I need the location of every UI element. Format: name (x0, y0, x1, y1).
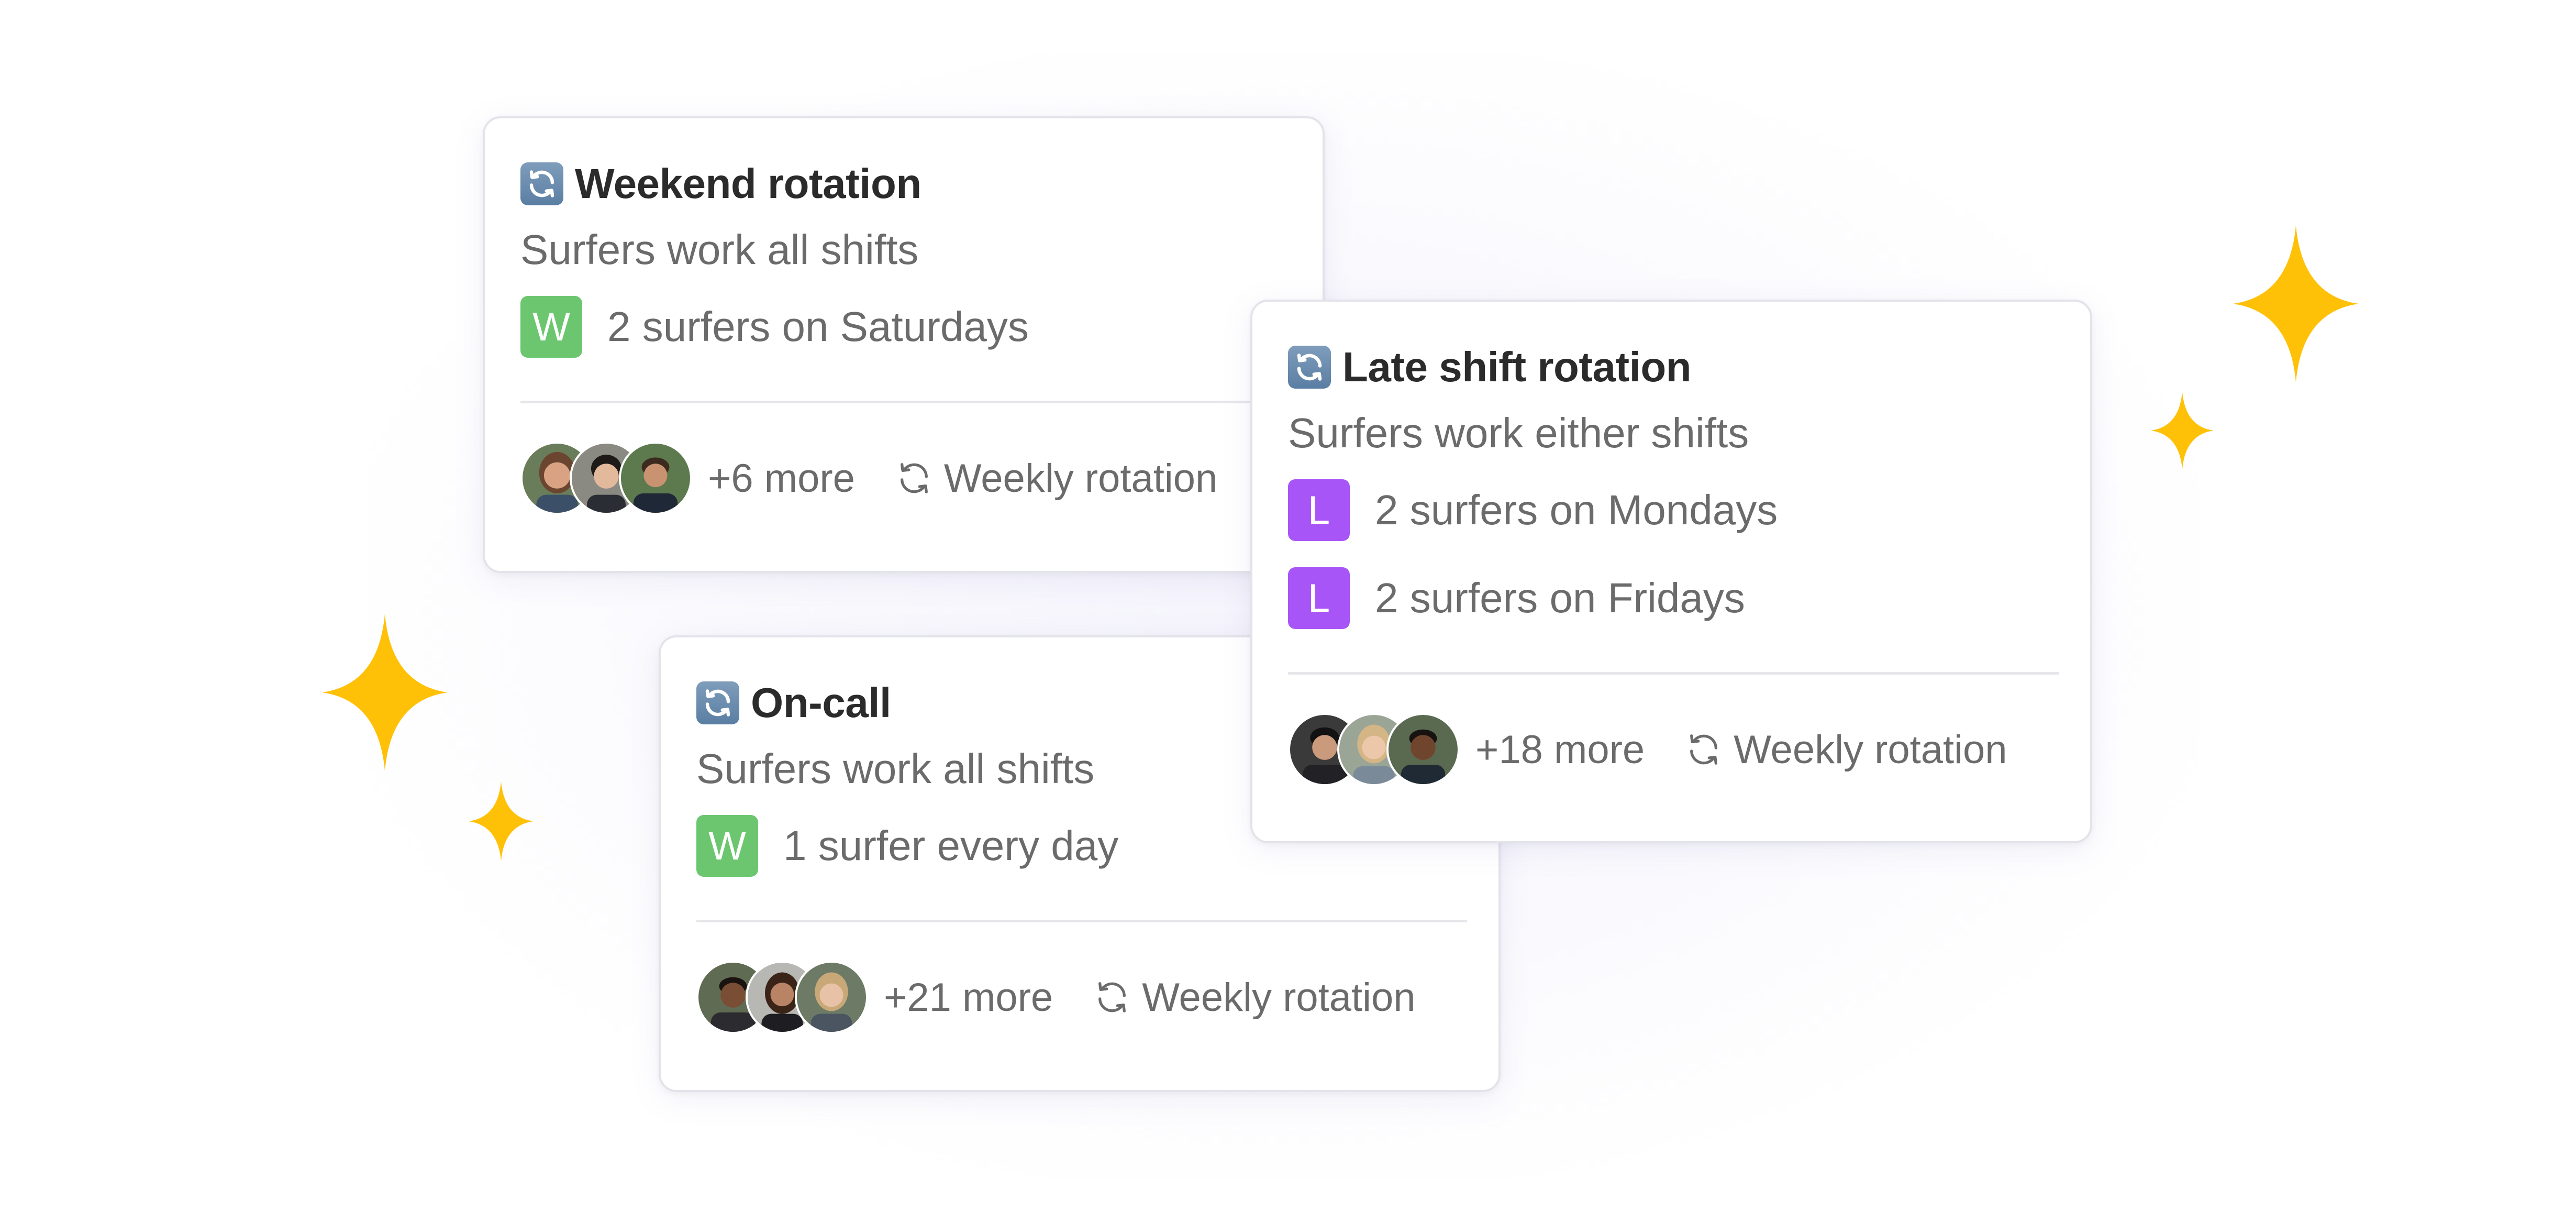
rotation-card-weekend[interactable]: Weekend rotation Surfers work all shifts… (483, 116, 1325, 573)
more-members-count: +6 more (708, 456, 855, 501)
rotation-emoji-icon (520, 162, 563, 205)
card-header: Late shift rotation (1288, 341, 2059, 393)
avatar (795, 961, 868, 1034)
rotation-frequency: Weekly rotation (943, 456, 1218, 501)
shift-badge: W (696, 815, 758, 877)
shift-text: 2 surfers on Mondays (1375, 487, 1778, 533)
shift-badge: L (1288, 479, 1350, 541)
card-description: Surfers work either shifts (1288, 410, 1749, 456)
shift-row: L 2 surfers on Fridays (1288, 567, 2059, 629)
card-footer: +6 more Weekly rotation (520, 440, 1291, 516)
refresh-icon (1098, 982, 1126, 1012)
card-footer: +21 more Weekly rotation (696, 959, 1467, 1035)
shift-row: W 2 surfers on Saturdays (520, 296, 1291, 358)
divider (1288, 672, 2059, 675)
rotation-emoji-icon (696, 681, 739, 724)
more-members-count: +18 more (1475, 727, 1645, 772)
sparkle-icon (2151, 392, 2214, 469)
avatar (619, 442, 692, 515)
avatar-stack[interactable] (1288, 713, 1460, 786)
avatar-stack[interactable] (696, 961, 868, 1034)
refresh-icon (900, 463, 928, 493)
sparkle-icon (2233, 225, 2359, 382)
card-footer: +18 more Weekly rotation (1288, 711, 2059, 788)
card-title: On-call (751, 679, 891, 726)
card-title: Weekend rotation (575, 160, 921, 207)
shift-badge: L (1288, 567, 1350, 629)
card-title: Late shift rotation (1342, 344, 1692, 390)
shift-text: 2 surfers on Saturdays (607, 303, 1029, 350)
divider (696, 920, 1467, 922)
rotation-frequency: Weekly rotation (1142, 975, 1416, 1020)
shift-text: 2 surfers on Fridays (1375, 575, 1745, 621)
card-header: Weekend rotation (520, 158, 1291, 210)
avatar-stack[interactable] (520, 442, 692, 515)
sparkle-icon (322, 614, 448, 771)
refresh-icon (1690, 734, 1718, 765)
shift-text: 1 surfer every day (783, 822, 1119, 869)
divider (520, 401, 1291, 403)
rotation-card-late-shift[interactable]: Late shift rotation Surfers work either … (1250, 300, 2092, 843)
avatar (1386, 713, 1460, 786)
card-description: Surfers work all shifts (520, 226, 919, 273)
rotation-frequency: Weekly rotation (1734, 727, 2007, 772)
more-members-count: +21 more (884, 975, 1053, 1020)
rotation-emoji-icon (1288, 346, 1331, 389)
shift-row: L 2 surfers on Mondays (1288, 479, 2059, 541)
sparkle-icon (469, 781, 534, 861)
shift-badge: W (520, 296, 582, 358)
